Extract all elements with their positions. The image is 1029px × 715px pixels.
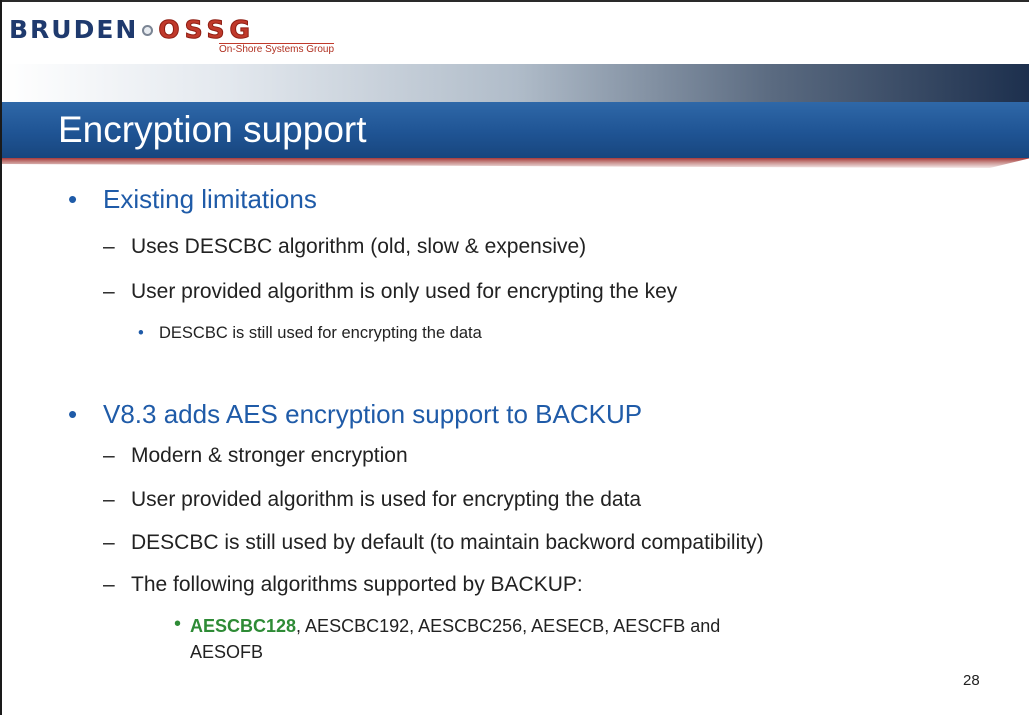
top-border xyxy=(2,0,1029,2)
sub-bullet-icon: • xyxy=(174,613,182,635)
page-number: 28 xyxy=(963,672,980,689)
bullet-icon: • xyxy=(68,184,78,214)
dash-icon: – xyxy=(103,444,115,467)
slide: BRUDEN OSSG On-Shore Systems Group Encry… xyxy=(0,0,1029,715)
section-heading: Existing limitations xyxy=(103,184,317,214)
sub-list-item: DESCBC is still used for encrypting the … xyxy=(159,324,482,342)
slide-title: Encryption support xyxy=(58,109,367,150)
algorithm-list-line1: , AESCBC192, AESCBC256, AESECB, AESCFB a… xyxy=(296,616,721,636)
header-gradient-band xyxy=(2,64,1029,102)
sub-bullet-icon: • xyxy=(138,324,144,342)
section-heading: V8.3 adds AES encryption support to BACK… xyxy=(103,399,643,429)
dash-icon: – xyxy=(103,280,115,303)
title-underline-accent xyxy=(2,158,1029,168)
logo-brand-left: BRUDEN xyxy=(9,15,139,44)
dash-icon: – xyxy=(103,573,115,596)
algorithm-highlighted: AESCBC128 xyxy=(190,616,297,636)
logo-dot-icon xyxy=(142,24,154,36)
logo-brand-right: OSSG xyxy=(158,15,256,44)
logo-subtitle: On-Shore Systems Group xyxy=(219,43,335,55)
dash-icon: – xyxy=(103,488,115,511)
dash-icon: – xyxy=(103,531,115,554)
bruden-ossg-logo: BRUDEN OSSG On-Shore Systems Group xyxy=(9,15,335,56)
list-item: The following algorithms supported by BA… xyxy=(131,573,583,596)
list-item: User provided algorithm is only used for… xyxy=(131,280,678,303)
algorithm-list-line2: AESOFB xyxy=(190,642,264,662)
bullet-icon: • xyxy=(68,399,78,429)
list-item: Uses DESCBC algorithm (old, slow & expen… xyxy=(131,235,587,258)
list-item: Modern & stronger encryption xyxy=(131,444,408,467)
dash-icon: – xyxy=(103,235,115,258)
algorithm-list: AESCBC128, AESCBC192, AESCBC256, AESECB,… xyxy=(190,613,720,665)
list-item: User provided algorithm is used for encr… xyxy=(131,488,642,511)
list-item: DESCBC is still used by default (to main… xyxy=(131,531,764,554)
